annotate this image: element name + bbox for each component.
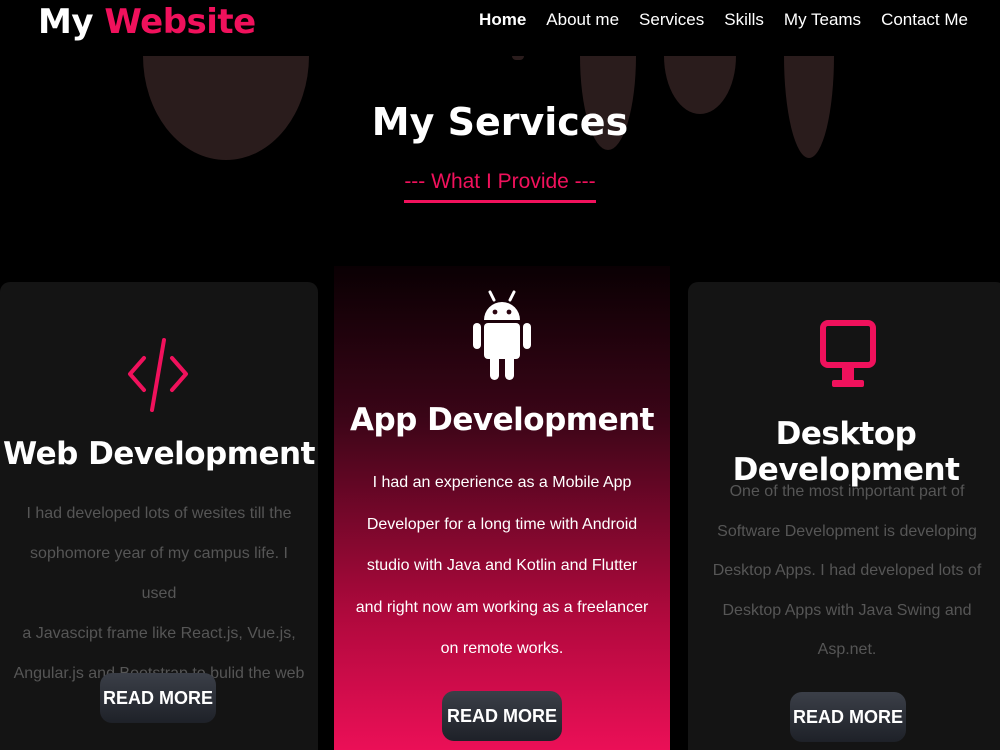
nav-menu: Home About me Services Skills My Teams C… <box>479 10 968 30</box>
desktop-icon <box>820 320 876 387</box>
card-title: Web Development <box>3 436 315 472</box>
card-description-line: One of the most important part of <box>729 483 965 500</box>
nav-link-home[interactable]: Home <box>479 10 526 30</box>
service-card-web: Web Development I had developed lots of … <box>0 282 318 750</box>
card-description-line: Desktop Apps with Java Swing and <box>722 601 972 619</box>
site-logo[interactable]: My Website <box>38 2 256 42</box>
navbar: My Website Home About me Services Skills… <box>0 0 1000 50</box>
read-more-button[interactable]: READ MORE <box>442 691 562 741</box>
card-description: I had an experience as a Mobile App Deve… <box>338 462 666 670</box>
card-description: One of the most important part of Softwa… <box>700 472 994 670</box>
card-description-line: Desktop Apps. I had developed lots of <box>712 562 982 579</box>
nav-link-about[interactable]: About me <box>546 10 619 30</box>
card-description: I had developed lots of wesites till the… <box>12 494 306 694</box>
card-description-line: studio with Java and Kotlin and Flutter <box>366 557 638 574</box>
code-icon <box>128 338 188 412</box>
card-title: App Development <box>350 402 654 438</box>
logo-main-text: My <box>38 2 94 42</box>
read-more-button[interactable]: READ MORE <box>790 692 906 742</box>
card-description-line: a Javascipt frame like React.js, Vue.js, <box>22 625 296 642</box>
nav-link-contact[interactable]: Contact Me <box>881 10 968 30</box>
card-description-line: Software Development is developing <box>717 522 977 540</box>
nav-link-skills[interactable]: Skills <box>724 10 764 30</box>
service-card-app: App Development I had an experience as a… <box>334 266 670 750</box>
section-subtitle-wrap: --- What I Provide --- <box>0 170 1000 203</box>
card-description-line: on remote works. <box>440 640 564 657</box>
section-subtitle: --- What I Provide --- <box>404 170 596 203</box>
drip-decoration <box>512 56 524 60</box>
service-card-desktop: Desktop Development One of the most impo… <box>688 282 1000 750</box>
section-title: My Services <box>371 100 629 144</box>
card-description-line: I had an experience as a Mobile App <box>372 474 632 491</box>
nav-link-services[interactable]: Services <box>639 10 704 30</box>
read-more-button[interactable]: READ MORE <box>100 673 216 723</box>
android-icon <box>473 290 531 380</box>
card-description-line: Developer for a long time with Android <box>366 515 638 533</box>
card-description-line: and right now am working as a freelancer <box>355 598 649 616</box>
nav-link-teams[interactable]: My Teams <box>784 10 861 30</box>
card-description-line: Asp.net. <box>817 641 877 658</box>
logo-accent-text: Website <box>104 2 256 42</box>
card-description-line: I had developed lots of wesites till the <box>26 505 292 522</box>
card-description-line: sophomore year of my campus life. I used <box>30 545 288 602</box>
